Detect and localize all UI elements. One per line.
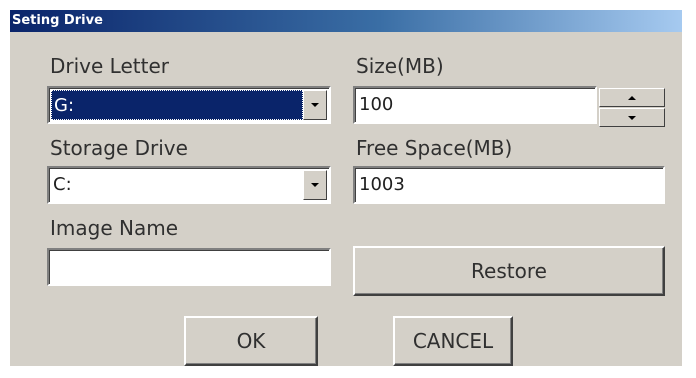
title-bar[interactable]: Seting Drive (10, 10, 682, 32)
storage-drive-dropdown-button[interactable] (303, 170, 327, 200)
size-value: 100 (359, 94, 394, 115)
image-name-label: Image Name (50, 216, 178, 240)
triangle-down-icon (628, 115, 636, 120)
window-title: Seting Drive (12, 13, 103, 28)
cancel-button[interactable]: CANCEL (393, 316, 513, 366)
free-space-field[interactable]: 1003 (353, 166, 665, 204)
ok-button[interactable]: OK (184, 316, 318, 366)
setting-drive-dialog: Seting Drive Drive Letter G: Size(MB) 10… (10, 10, 682, 366)
chevron-down-icon (311, 103, 319, 107)
drive-letter-value: G: (54, 95, 75, 116)
restore-button[interactable]: Restore (353, 246, 665, 296)
drive-letter-selection: G: (51, 90, 303, 120)
size-spin-down-button[interactable] (599, 108, 665, 127)
triangle-up-icon (628, 95, 636, 100)
drive-letter-label: Drive Letter (50, 54, 169, 78)
drive-letter-dropdown-button[interactable] (303, 90, 327, 120)
drive-letter-combobox[interactable]: G: (47, 86, 331, 124)
size-input[interactable]: 100 (353, 86, 597, 124)
storage-drive-label: Storage Drive (50, 136, 188, 160)
free-space-label: Free Space(MB) (356, 136, 513, 160)
size-spin-up-button[interactable] (599, 88, 665, 107)
storage-drive-value: C: (53, 174, 72, 195)
storage-drive-combobox[interactable]: C: (47, 166, 331, 204)
free-space-value: 1003 (359, 174, 405, 195)
chevron-down-icon (311, 183, 319, 187)
size-label: Size(MB) (356, 54, 444, 78)
image-name-input[interactable] (47, 248, 331, 286)
